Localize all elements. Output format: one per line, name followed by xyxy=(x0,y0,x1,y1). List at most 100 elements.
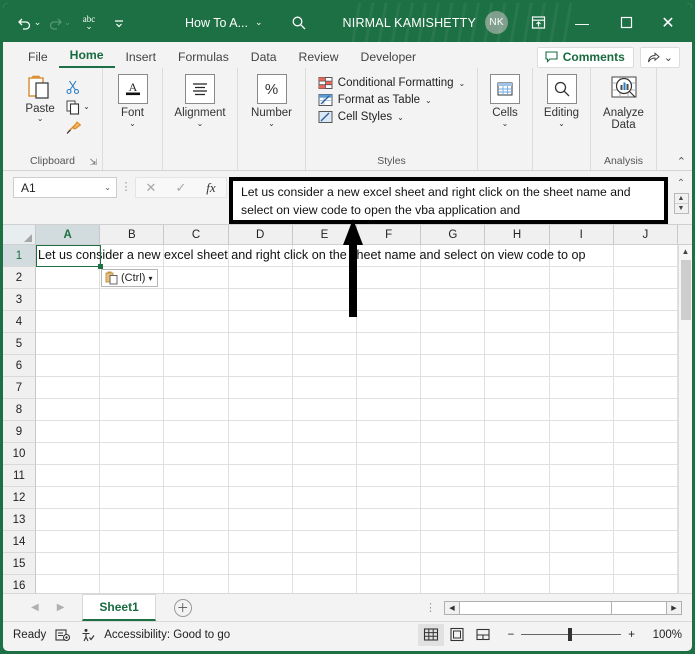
row-header-16[interactable]: 16 xyxy=(3,575,36,593)
cell[interactable] xyxy=(357,575,422,593)
cell[interactable] xyxy=(550,487,614,508)
tab-formulas[interactable]: Formulas xyxy=(167,48,240,68)
cell[interactable] xyxy=(421,333,486,354)
cell[interactable] xyxy=(293,267,358,288)
font-caret-icon[interactable]: ⌄ xyxy=(129,120,136,128)
cell[interactable] xyxy=(293,399,358,420)
cell[interactable] xyxy=(357,487,422,508)
row-header-2[interactable]: 2 xyxy=(3,267,36,289)
cell[interactable] xyxy=(36,553,101,574)
cell[interactable] xyxy=(614,245,679,266)
cell[interactable] xyxy=(614,267,679,288)
cell[interactable] xyxy=(164,399,229,420)
column-header-F[interactable]: F xyxy=(357,225,422,244)
cell[interactable] xyxy=(357,267,422,288)
cell[interactable] xyxy=(100,487,165,508)
cancel-icon[interactable]: ✕ xyxy=(136,180,166,196)
cell[interactable] xyxy=(100,355,165,376)
cell[interactable] xyxy=(164,575,229,593)
formula-input[interactable]: Let us consider a new excel sheet and ri… xyxy=(229,177,668,224)
search-button[interactable] xyxy=(291,15,313,31)
ribbon-display-options-button[interactable] xyxy=(516,3,560,42)
cell[interactable] xyxy=(614,399,679,420)
cell[interactable] xyxy=(100,289,165,310)
cell[interactable] xyxy=(357,355,422,376)
maximize-button[interactable] xyxy=(604,3,648,42)
cell[interactable] xyxy=(421,531,486,552)
cell[interactable] xyxy=(550,311,614,332)
cell[interactable] xyxy=(36,465,101,486)
cell[interactable] xyxy=(421,289,486,310)
cell[interactable] xyxy=(293,377,358,398)
zoom-in-button[interactable]: + xyxy=(628,629,635,641)
cell[interactable] xyxy=(614,443,679,464)
cell[interactable] xyxy=(485,399,550,420)
cells[interactable]: Let us consider a new excel sheet and ri… xyxy=(36,245,679,593)
cells-caret-icon[interactable]: ⌄ xyxy=(502,120,509,128)
cell[interactable] xyxy=(485,465,550,486)
paste-caret-icon[interactable]: ⌄ xyxy=(37,115,44,123)
cell[interactable] xyxy=(421,311,486,332)
cell-styles-button[interactable]: Cell Styles ⌄ xyxy=(318,110,465,124)
number-caret-icon[interactable]: ⌄ xyxy=(268,120,275,128)
close-button[interactable]: ✕ xyxy=(648,3,692,42)
tab-file[interactable]: File xyxy=(17,48,59,68)
cell[interactable] xyxy=(36,509,101,530)
cell[interactable] xyxy=(614,465,679,486)
column-header-A[interactable]: A xyxy=(36,225,101,244)
cell[interactable] xyxy=(357,443,422,464)
cell[interactable] xyxy=(293,531,358,552)
tab-home[interactable]: Home xyxy=(58,46,115,68)
column-header-H[interactable]: H xyxy=(485,225,550,244)
cell[interactable] xyxy=(229,575,293,593)
cell[interactable] xyxy=(229,553,293,574)
cell[interactable] xyxy=(421,245,486,266)
cell[interactable] xyxy=(229,443,293,464)
accessibility-status[interactable]: Accessibility: Good to go xyxy=(104,629,230,641)
cell[interactable] xyxy=(614,377,679,398)
horizontal-scrollbar[interactable]: ◀ ▶ xyxy=(444,600,692,615)
cell[interactable] xyxy=(164,553,229,574)
cell[interactable] xyxy=(421,355,486,376)
page-layout-view-button[interactable] xyxy=(444,624,470,646)
alignment-caret-icon[interactable]: ⌄ xyxy=(197,120,204,128)
cell[interactable] xyxy=(550,553,614,574)
cell[interactable] xyxy=(357,333,422,354)
row-header-10[interactable]: 10 xyxy=(3,443,36,465)
cell[interactable] xyxy=(293,553,358,574)
cell[interactable] xyxy=(293,465,358,486)
editing-caret-icon[interactable]: ⌄ xyxy=(558,120,565,128)
cell[interactable] xyxy=(357,245,422,266)
undo-caret[interactable]: ⌄ xyxy=(34,17,42,28)
row-header-15[interactable]: 15 xyxy=(3,553,36,575)
cell[interactable] xyxy=(550,465,614,486)
format-as-table-caret-icon[interactable]: ⌄ xyxy=(425,96,432,105)
cell[interactable] xyxy=(100,333,165,354)
cell[interactable] xyxy=(550,509,614,530)
cell[interactable] xyxy=(485,311,550,332)
hscroll-right-icon[interactable]: ▶ xyxy=(666,600,682,615)
cell[interactable] xyxy=(485,333,550,354)
spinner-up-icon[interactable]: ▲ xyxy=(674,194,688,204)
row-header-6[interactable]: 6 xyxy=(3,355,36,377)
zoom-slider-thumb[interactable] xyxy=(568,627,573,641)
cell[interactable] xyxy=(36,399,101,420)
sheet-options-dots[interactable]: ⋮ xyxy=(425,601,444,614)
cell[interactable] xyxy=(229,267,293,288)
alignment-button[interactable]: Alignment ⌄ xyxy=(165,72,235,128)
cell[interactable] xyxy=(550,267,614,288)
column-header-J[interactable]: J xyxy=(613,225,679,244)
spinner-down-icon[interactable]: ▼ xyxy=(675,204,688,213)
cell[interactable] xyxy=(293,355,358,376)
cell[interactable] xyxy=(357,311,422,332)
redo-caret[interactable]: ⌄ xyxy=(64,17,72,28)
cell[interactable] xyxy=(229,311,293,332)
cell[interactable] xyxy=(550,333,614,354)
undo-button[interactable]: ⌄ xyxy=(15,10,43,36)
cell[interactable] xyxy=(485,443,550,464)
cell[interactable] xyxy=(421,377,486,398)
cell[interactable] xyxy=(100,465,165,486)
scroll-up-icon[interactable]: ▲ xyxy=(682,245,690,259)
cell[interactable] xyxy=(293,421,358,442)
cell[interactable] xyxy=(293,443,358,464)
